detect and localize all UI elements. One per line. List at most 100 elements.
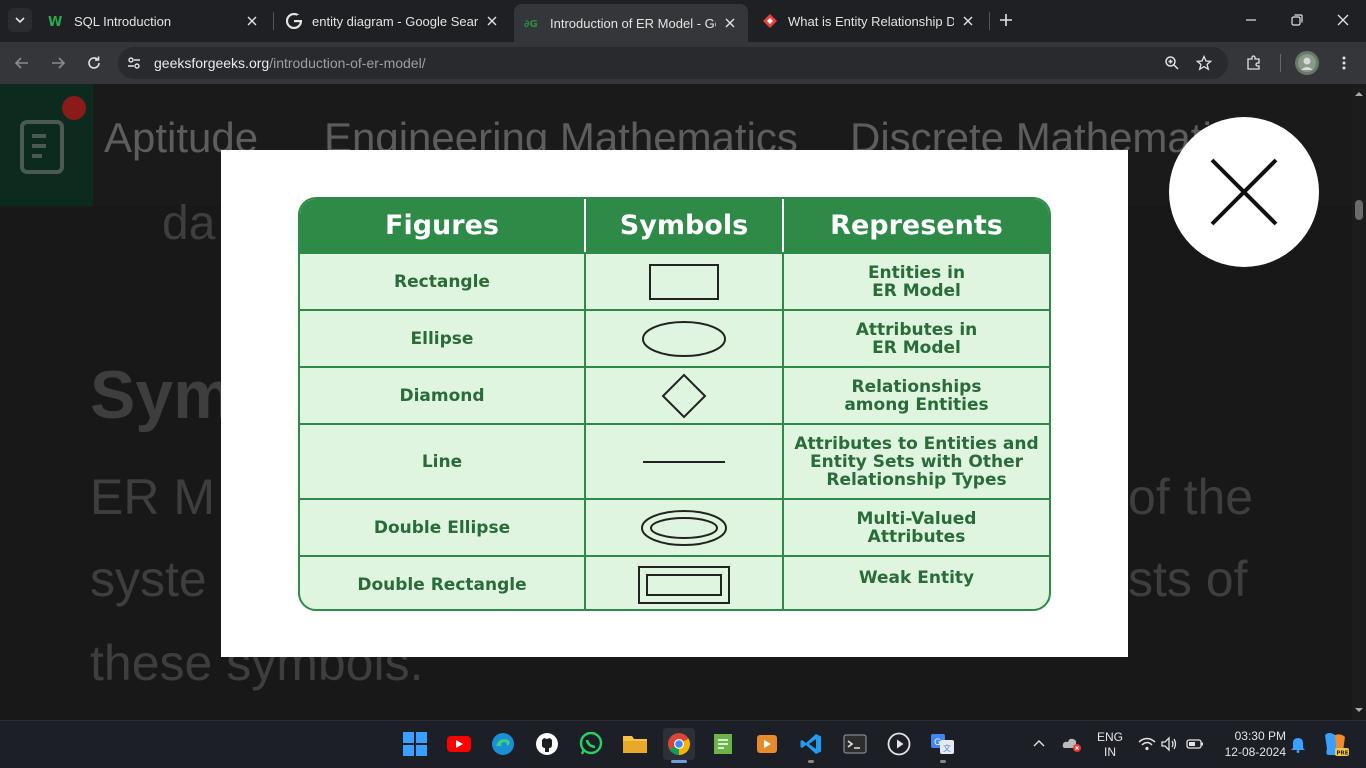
bg-text-fragment: da (162, 197, 216, 250)
show-hidden-icons-button[interactable] (1027, 728, 1051, 760)
tab-separator (989, 12, 990, 30)
tab-introduction-er-model[interactable]: ∂G Introduction of ER Model - Gee (514, 4, 748, 42)
tab-label: entity diagram - Google Search (312, 13, 478, 29)
header-represents: Represents (830, 209, 1003, 241)
taskbar-youtube[interactable] (443, 728, 475, 760)
lightbox-close-button[interactable] (1169, 117, 1319, 267)
taskbar-chrome[interactable] (663, 728, 695, 760)
taskbar-terminal[interactable] (839, 728, 871, 760)
symbol-cell (586, 311, 784, 366)
gfg-menu-badge[interactable] (0, 84, 93, 206)
symbol-cell (586, 368, 784, 423)
close-tab-icon[interactable] (484, 13, 500, 29)
avatar-icon (1298, 54, 1316, 72)
notifications-button[interactable] (1287, 728, 1309, 760)
back-button[interactable] (10, 51, 34, 75)
tab-label: Introduction of ER Model - Gee (550, 15, 716, 31)
forward-button[interactable] (46, 51, 70, 75)
chrome-icon (668, 733, 690, 755)
url-path: /introduction-of-er-model/ (269, 55, 426, 71)
table-row: Line Attributes to Entities and Entity S… (300, 423, 1049, 498)
profile-avatar[interactable] (1295, 51, 1319, 75)
new-tab-button[interactable] (994, 8, 1018, 32)
rectangle-symbol-icon (649, 263, 719, 300)
running-app-indicator (808, 760, 814, 763)
reload-button[interactable] (82, 51, 106, 75)
symbol-cell (586, 254, 784, 309)
tab-what-is-erd[interactable]: What is Entity Relationship Diag (752, 6, 986, 36)
toolbar-divider (1280, 54, 1281, 72)
figure-cell: Double Ellipse (300, 500, 586, 555)
taskbar-notepad[interactable] (707, 728, 739, 760)
taskbar-file-explorer[interactable] (619, 728, 651, 760)
wifi-icon (1138, 737, 1156, 751)
active-app-indicator (671, 760, 687, 763)
diamond-symbol-icon (661, 373, 707, 418)
taskbar-player[interactable] (883, 728, 915, 760)
close-tab-icon[interactable] (960, 13, 976, 29)
bg-text-fragment: of the (1128, 469, 1254, 525)
taskbar-media-app[interactable] (751, 728, 783, 760)
table-row: Ellipse Attributes in ER Model (300, 309, 1049, 366)
tab-sql-introduction[interactable]: W SQL Introduction (38, 6, 270, 36)
figure-cell: Diamond (300, 368, 586, 423)
extensions-button[interactable] (1242, 51, 1266, 75)
restore-button[interactable] (1274, 0, 1320, 40)
taskbar-translate[interactable]: G文 (927, 728, 959, 760)
header-symbols: Symbols (586, 199, 784, 252)
minimize-icon (1246, 19, 1256, 21)
page-scrollbar[interactable] (1352, 84, 1366, 720)
tray-onedrive[interactable] (1059, 728, 1085, 760)
tray-wifi[interactable] (1135, 728, 1159, 760)
notepad-icon (714, 734, 732, 754)
reload-icon (88, 56, 100, 69)
address-bar[interactable]: geeksforgeeks.org/introduction-of-er-mod… (118, 47, 1228, 79)
symbol-cell (586, 557, 784, 609)
taskbar-whatsapp[interactable] (575, 728, 607, 760)
start-button[interactable] (399, 728, 431, 760)
notification-dot (62, 96, 86, 120)
scroll-down-icon[interactable] (1355, 706, 1363, 714)
zoom-button[interactable] (1160, 51, 1184, 75)
close-icon (1337, 14, 1349, 26)
tab-strip: W SQL Introduction entity diagram - Goog… (0, 0, 1366, 42)
chevron-down-icon (15, 17, 25, 24)
arrow-right-icon (52, 57, 66, 69)
taskbar-vscode[interactable] (795, 728, 827, 760)
tray-battery[interactable] (1183, 728, 1207, 760)
tab-entity-diagram-search[interactable]: entity diagram - Google Search (276, 6, 510, 36)
battery-icon (1186, 739, 1203, 749)
clock[interactable]: 03:30 PM 12-08-2024 (1214, 728, 1286, 760)
table-row: Double Rectangle Weak Entity (300, 555, 1049, 609)
minimize-button[interactable] (1228, 0, 1274, 40)
table-header-row: Figures Symbols Represents (300, 199, 1049, 252)
bg-heading-fragment: Sym (90, 357, 234, 433)
menu-button[interactable] (1332, 51, 1356, 75)
site-info-icon[interactable] (118, 47, 150, 79)
taskbar-github[interactable] (531, 728, 563, 760)
bg-text-fragment: syste (90, 551, 207, 607)
window-close-button[interactable] (1320, 0, 1366, 40)
bg-text-fragment: sts of (1128, 551, 1248, 607)
scroll-up-icon[interactable] (1355, 90, 1363, 98)
tab-search-button[interactable] (8, 8, 32, 32)
double-ellipse-symbol-icon (641, 509, 727, 546)
language-indicator[interactable]: ENG IN (1097, 730, 1123, 760)
close-tab-icon[interactable] (244, 13, 260, 29)
table-row: Diamond Relationships among Entities (300, 366, 1049, 423)
tray-volume[interactable] (1157, 728, 1181, 760)
close-tab-icon[interactable] (722, 15, 738, 31)
table-row: Rectangle Entities in ER Model (300, 252, 1049, 309)
close-icon (1210, 158, 1278, 226)
scrollbar-thumb[interactable] (1355, 200, 1363, 220)
table-row: Double Ellipse Multi-Valued Attributes (300, 498, 1049, 555)
restore-icon (1291, 14, 1303, 26)
represents-cell: Weak Entity (858, 568, 975, 588)
taskbar-edge[interactable] (487, 728, 519, 760)
copilot-button[interactable]: PRE (1317, 728, 1353, 760)
whatsapp-icon (579, 732, 603, 755)
tab-label: SQL Introduction (74, 13, 172, 29)
bookmark-button[interactable] (1192, 51, 1216, 75)
tab-separator (273, 12, 274, 30)
header-figures: Figures (300, 199, 586, 252)
